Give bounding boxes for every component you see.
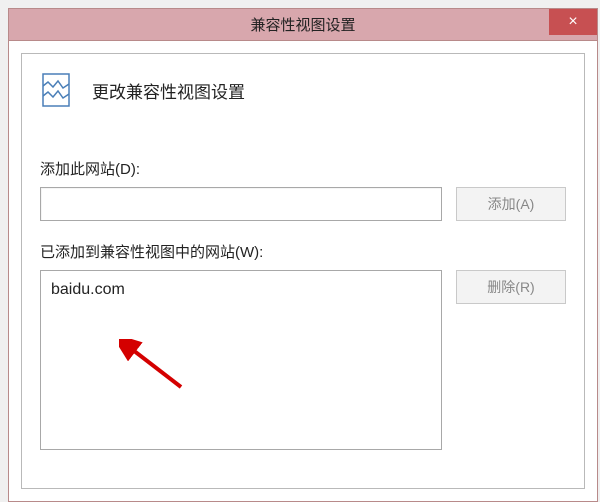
add-button[interactable]: 添加(A) — [456, 187, 566, 221]
add-website-block: 添加此网站(D): 添加(A) — [40, 158, 566, 221]
close-icon: × — [568, 13, 577, 31]
remove-button-label: 删除(R) — [487, 277, 534, 297]
list-item[interactable]: baidu.com — [51, 279, 431, 301]
add-website-input[interactable] — [40, 187, 442, 221]
window-title: 兼容性视图设置 — [250, 14, 355, 35]
titlebar: 兼容性视图设置 × — [9, 9, 597, 41]
content-frame: 更改兼容性视图设置 添加此网站(D): 添加(A) 已添加到兼容性视图中的网站(… — [21, 53, 585, 489]
remove-button[interactable]: 删除(R) — [456, 270, 566, 304]
website-list-block: 已添加到兼容性视图中的网站(W): baidu.com 删除(R) — [40, 241, 566, 450]
add-website-label: 添加此网站(D): — [40, 158, 566, 179]
website-list-row: baidu.com 删除(R) — [40, 270, 566, 450]
add-button-label: 添加(A) — [488, 194, 535, 214]
website-list-label: 已添加到兼容性视图中的网站(W): — [40, 241, 566, 262]
close-button[interactable]: × — [549, 9, 597, 35]
header-text: 更改兼容性视图设置 — [92, 78, 245, 103]
page-torn-icon — [40, 72, 76, 108]
add-website-row: 添加(A) — [40, 187, 566, 221]
compat-view-settings-window: 兼容性视图设置 × 更改兼容性视图设置 添加此网站(D): 添加(A) 已添加 — [8, 8, 598, 502]
website-listbox[interactable]: baidu.com — [40, 270, 442, 450]
header-row: 更改兼容性视图设置 — [40, 72, 566, 108]
